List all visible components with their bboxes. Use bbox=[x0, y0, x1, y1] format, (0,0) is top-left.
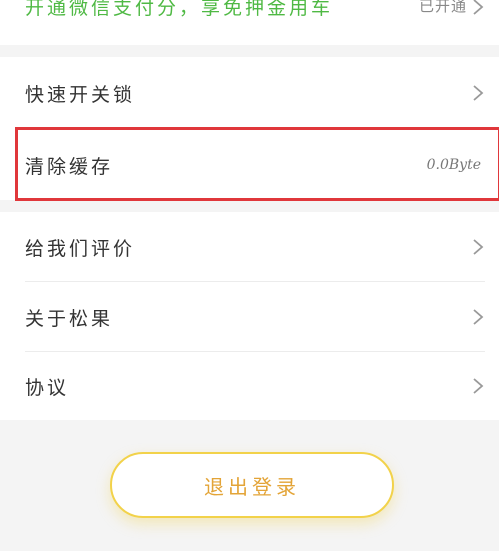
logout-button[interactable]: 退出登录 bbox=[110, 452, 394, 518]
chevron-right-icon bbox=[471, 307, 485, 327]
settings-group-1: 快速开关锁 清除缓存 0.0Byte bbox=[0, 57, 499, 200]
menu-item-rate-us[interactable]: 给我们评价 bbox=[0, 212, 499, 282]
chevron-right-icon bbox=[471, 83, 485, 103]
logout-label: 退出登录 bbox=[204, 474, 300, 499]
chevron-right-icon bbox=[471, 0, 485, 17]
menu-item-label: 快速开关锁 bbox=[25, 83, 136, 106]
chevron-right-icon bbox=[471, 376, 485, 396]
wechat-pay-banner[interactable]: 开通微信支付分，享免押金用车 已开通 bbox=[0, 0, 499, 45]
menu-item-label: 协议 bbox=[25, 376, 70, 399]
wechat-pay-banner-text: 开通微信支付分，享免押金用车 bbox=[25, 0, 334, 19]
wechat-pay-status: 已开通 bbox=[418, 0, 467, 15]
menu-item-label: 给我们评价 bbox=[25, 237, 136, 260]
settings-group-2: 给我们评价 关于松果 协议 bbox=[0, 212, 499, 420]
menu-item-about[interactable]: 关于松果 bbox=[0, 282, 499, 352]
chevron-right-icon bbox=[471, 237, 485, 257]
menu-item-label: 关于松果 bbox=[25, 307, 114, 330]
cache-size-value: 0.0Byte bbox=[426, 157, 481, 173]
settings-page: 开通微信支付分，享免押金用车 已开通 快速开关锁 清除缓存 0.0Byte 给我… bbox=[0, 0, 499, 551]
menu-item-agreement[interactable]: 协议 bbox=[0, 352, 499, 420]
menu-item-label: 清除缓存 bbox=[25, 155, 114, 178]
menu-item-quick-lock[interactable]: 快速开关锁 bbox=[0, 57, 499, 129]
menu-item-clear-cache[interactable]: 清除缓存 0.0Byte bbox=[0, 130, 499, 200]
